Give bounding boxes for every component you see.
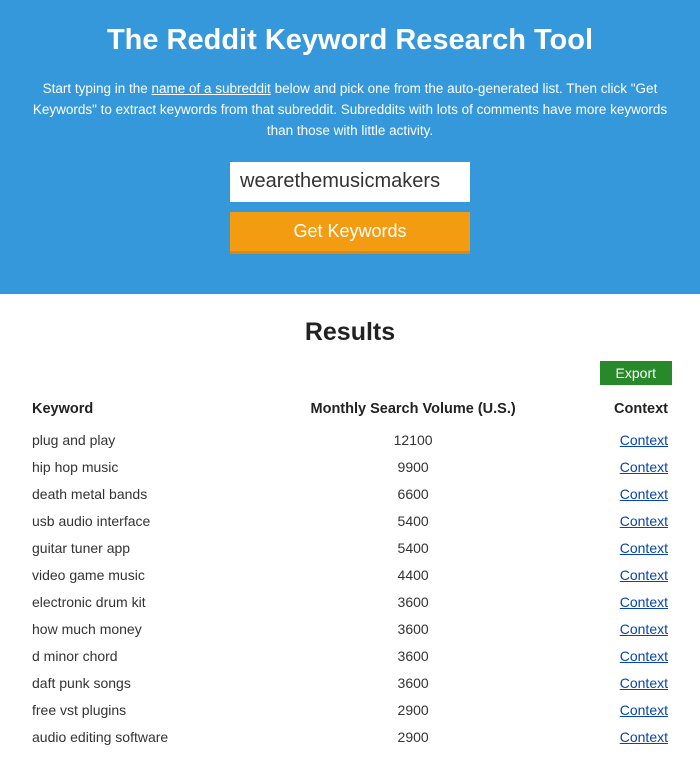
table-row: death metal bands6600 Context	[28, 481, 672, 508]
context-link[interactable]: Context	[620, 540, 668, 556]
subreddit-name-link[interactable]: name of a subreddit	[151, 81, 270, 96]
cell-context: Context	[577, 589, 672, 616]
col-header-keyword: Keyword	[28, 395, 249, 427]
cell-volume: 9900	[249, 454, 576, 481]
cell-keyword: guitar tuner app	[28, 535, 249, 562]
table-row: electronic drum kit3600 Context	[28, 589, 672, 616]
table-row: usb audio interface5400 Context	[28, 508, 672, 535]
cell-context: Context	[577, 643, 672, 670]
export-row: Export	[28, 361, 672, 385]
table-row: how much money3600 Context	[28, 616, 672, 643]
hero-description: Start typing in the name of a subreddit …	[30, 79, 670, 142]
table-row: guitar tuner app5400 Context	[28, 535, 672, 562]
page-title: The Reddit Keyword Research Tool	[30, 24, 670, 57]
context-link[interactable]: Context	[620, 675, 668, 691]
context-link[interactable]: Context	[620, 621, 668, 637]
cell-volume: 3600	[249, 589, 576, 616]
context-link[interactable]: Context	[620, 729, 668, 745]
context-link[interactable]: Context	[620, 648, 668, 664]
results-title: Results	[28, 318, 672, 347]
table-row: video game music4400 Context	[28, 562, 672, 589]
table-row: d minor chord3600 Context	[28, 643, 672, 670]
table-row: plug and play12100 Context	[28, 427, 672, 454]
cell-keyword: electronic drum kit	[28, 589, 249, 616]
hero-banner: The Reddit Keyword Research Tool Start t…	[0, 0, 700, 294]
cell-volume: 3600	[249, 616, 576, 643]
cell-keyword: video game music	[28, 562, 249, 589]
results-section: Results Export Keyword Monthly Search Vo…	[0, 294, 700, 761]
desc-text-before: Start typing in the	[43, 81, 152, 96]
cell-context: Context	[577, 508, 672, 535]
context-link[interactable]: Context	[620, 702, 668, 718]
get-keywords-button[interactable]: Get Keywords	[230, 212, 470, 254]
cell-keyword: usb audio interface	[28, 508, 249, 535]
cell-context: Context	[577, 481, 672, 508]
table-row: daft punk songs3600 Context	[28, 670, 672, 697]
cell-context: Context	[577, 562, 672, 589]
col-header-volume: Monthly Search Volume (U.S.)	[249, 395, 576, 427]
results-table: Keyword Monthly Search Volume (U.S.) Con…	[28, 395, 672, 751]
context-link[interactable]: Context	[620, 432, 668, 448]
cell-keyword: plug and play	[28, 427, 249, 454]
cell-keyword: d minor chord	[28, 643, 249, 670]
cell-volume: 4400	[249, 562, 576, 589]
cell-keyword: hip hop music	[28, 454, 249, 481]
cell-keyword: daft punk songs	[28, 670, 249, 697]
context-link[interactable]: Context	[620, 486, 668, 502]
cell-keyword: audio editing software	[28, 724, 249, 751]
search-form: Get Keywords	[30, 162, 670, 254]
subreddit-input[interactable]	[230, 162, 470, 202]
cell-volume: 5400	[249, 508, 576, 535]
table-row: hip hop music9900 Context	[28, 454, 672, 481]
cell-context: Context	[577, 697, 672, 724]
context-link[interactable]: Context	[620, 594, 668, 610]
cell-keyword: how much money	[28, 616, 249, 643]
cell-context: Context	[577, 454, 672, 481]
table-header-row: Keyword Monthly Search Volume (U.S.) Con…	[28, 395, 672, 427]
cell-volume: 2900	[249, 697, 576, 724]
cell-volume: 2900	[249, 724, 576, 751]
context-link[interactable]: Context	[620, 567, 668, 583]
cell-context: Context	[577, 670, 672, 697]
context-link[interactable]: Context	[620, 513, 668, 529]
export-button[interactable]: Export	[600, 361, 672, 385]
cell-keyword: free vst plugins	[28, 697, 249, 724]
cell-context: Context	[577, 535, 672, 562]
cell-volume: 6600	[249, 481, 576, 508]
col-header-context: Context	[577, 395, 672, 427]
table-row: audio editing software2900 Context	[28, 724, 672, 751]
cell-volume: 5400	[249, 535, 576, 562]
context-link[interactable]: Context	[620, 459, 668, 475]
cell-keyword: death metal bands	[28, 481, 249, 508]
table-row: free vst plugins2900 Context	[28, 697, 672, 724]
cell-context: Context	[577, 724, 672, 751]
cell-volume: 12100	[249, 427, 576, 454]
cell-volume: 3600	[249, 643, 576, 670]
cell-context: Context	[577, 616, 672, 643]
cell-volume: 3600	[249, 670, 576, 697]
cell-context: Context	[577, 427, 672, 454]
